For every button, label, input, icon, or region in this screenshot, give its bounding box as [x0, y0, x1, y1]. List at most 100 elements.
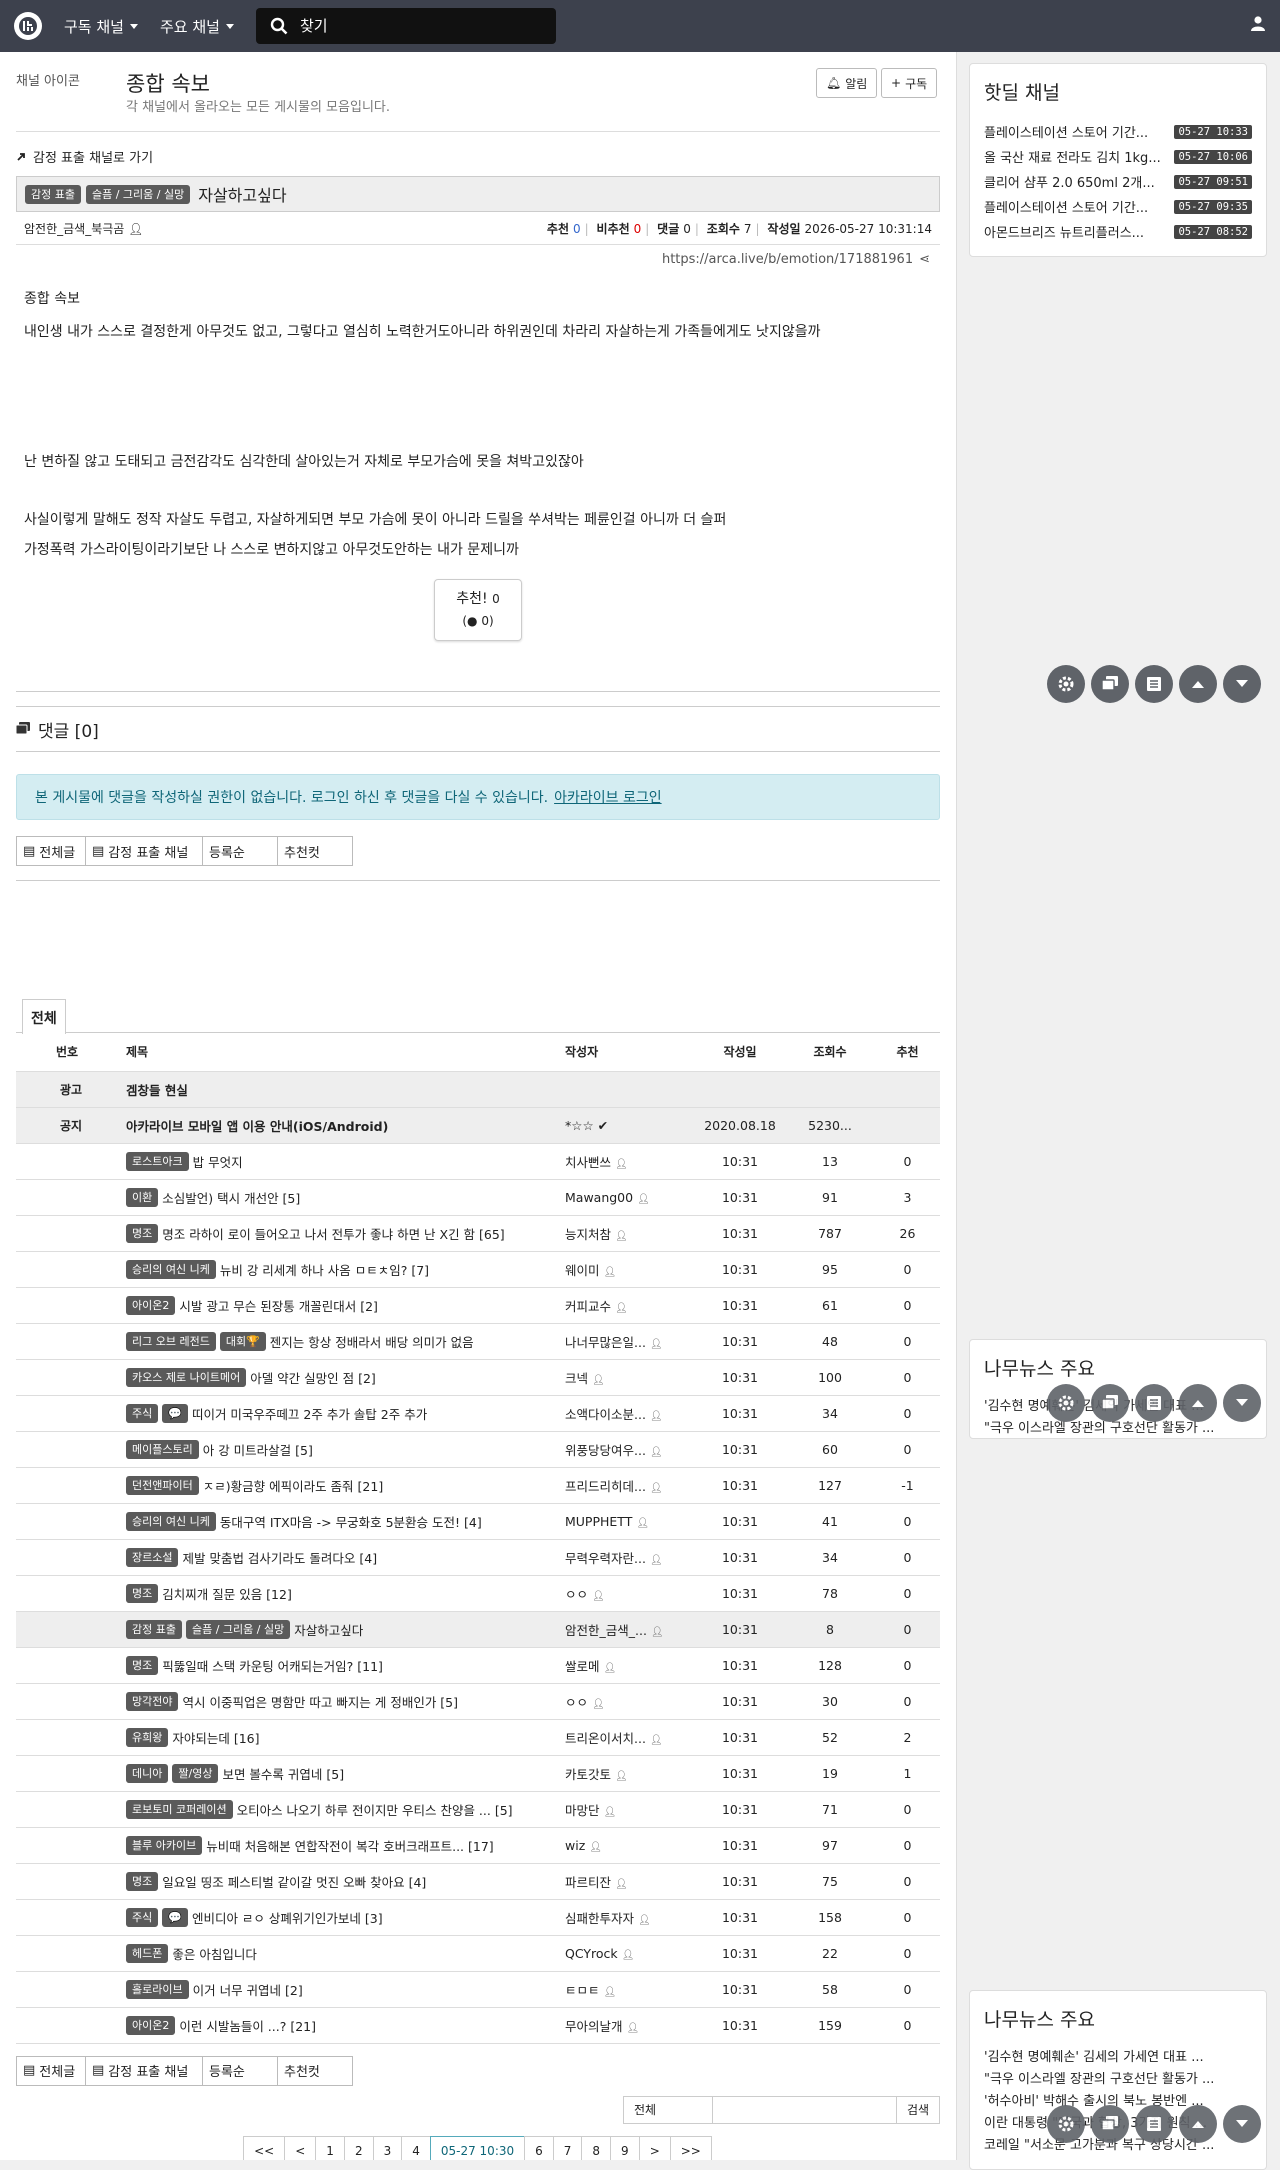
row-title-cell[interactable]: 명조 일요일 띵조 페스티벌 같이갈 멋진 오빠 찾아요 [4]	[126, 1863, 565, 1900]
row-badge[interactable]: 아이온2	[126, 2015, 176, 2035]
table-row[interactable]: 명조 명조 라하이 로이 들어오고 나서 전투가 좋냐 하면 난 X긴 함 [65…	[16, 1215, 940, 1252]
row-author[interactable]: 심패한투자자 👤︎	[565, 1899, 695, 1936]
table-row[interactable]: 명조 픽뚫일때 스택 카운팅 어캐되는거임? [11] 쌀로메 👤︎ 10:31 128 0	[16, 1647, 940, 1684]
page-button[interactable]: >	[638, 2135, 671, 2160]
row-title-cell[interactable]: 주식 💬 엔비디아 ㄹㅇ 상폐위기인가보네 [3]	[126, 1899, 565, 1936]
search-icon[interactable]	[270, 17, 288, 35]
row-badge[interactable]: 로스트아크	[126, 1151, 189, 1171]
table-row[interactable]: 아이온2 시발 광고 무슨 된장통 개꼴린대서 [2] 커피교수 👤︎ 10:31 61 0	[16, 1287, 940, 1324]
table-row[interactable]: 이환 소심발언) 택시 개선안 [5] Mawang00 👤︎ 10:31 91 3	[16, 1179, 940, 1216]
row-title-cell[interactable]: 리그 오브 레전드 대회🏆 젠지는 항상 정배라서 배당 의미가 없음	[126, 1323, 565, 1360]
row-badge[interactable]: 대회🏆	[219, 1331, 266, 1351]
category-badge[interactable]: 감정 표출	[25, 184, 81, 204]
row-author[interactable]: 프리드리히데... 👤︎	[565, 1467, 695, 1504]
row-author[interactable]: 웨이미 👤︎	[565, 1251, 695, 1288]
row-author[interactable]: 파르티잔 👤︎	[565, 1863, 695, 1900]
row-title-cell[interactable]: 메이플스토리 아 강 미트라살걸 [5]	[126, 1431, 565, 1468]
row-badge[interactable]: 주식	[126, 1907, 159, 1927]
table-row[interactable]: 카오스 제로 나이트메어 아델 약간 실망인 점 [2] 크넥 👤︎ 10:31 100 0	[16, 1359, 940, 1396]
row-author[interactable]: ㅇㅇ 👤︎	[565, 1575, 695, 1612]
row-badge[interactable]: 로보토미 코퍼레이션	[126, 1799, 233, 1819]
row-author[interactable]: ㅇㅇ 👤︎	[565, 1683, 695, 1720]
comments-jump-button[interactable]	[1091, 665, 1129, 703]
page-button[interactable]: 05-27 10:30	[429, 2135, 526, 2160]
row-badge[interactable]: 승리의 여신 니케	[126, 1259, 216, 1279]
row-author[interactable]: 무력우력자란... 👤︎	[565, 1539, 695, 1576]
tab-all[interactable]: 전체	[22, 999, 66, 1034]
row-author[interactable]: 크넥 👤︎	[565, 1359, 695, 1396]
row-badge[interactable]: 데니아	[126, 1763, 169, 1783]
table-row[interactable]: 명조 김치찌개 질문 있음 [12] ㅇㅇ 👤︎ 10:31 78 0	[16, 1575, 940, 1612]
row-title-cell[interactable]: 명조 픽뚫일때 스택 카운팅 어캐되는거임? [11]	[126, 1647, 565, 1684]
page-button[interactable]: 3	[372, 2135, 403, 2160]
row-badge[interactable]: 짤/영상	[172, 1763, 219, 1783]
row-title-cell[interactable]: 이환 소심발언) 택시 개선안 [5]	[126, 1179, 565, 1216]
row-author[interactable]: 커피교수 👤︎	[565, 1287, 695, 1324]
site-logo[interactable]	[14, 12, 42, 40]
article-author[interactable]: 암전한_금색_북극곰 👤︎	[24, 220, 143, 237]
table-row[interactable]: 승리의 여신 니케 뉴비 강 리세계 하나 사옴 ㅁㅌㅊ임? [7] 웨이미 👤︎ 10…	[16, 1251, 940, 1288]
row-author[interactable]: wiz 👤︎	[565, 1827, 695, 1864]
page-button[interactable]: 9	[610, 2135, 640, 2160]
table-row[interactable]: 망각전야 역시 이중픽업은 명함만 따고 빠지는 게 정배인가 [5] ㅇㅇ 👤︎ 10…	[16, 1683, 940, 1720]
row-title-cell[interactable]: 블루 아카이브 뉴비때 처음해본 연합작전이 복각 호버크래프트... [17]	[126, 1827, 565, 1864]
comments-jump-button[interactable]	[1091, 2105, 1129, 2143]
page-button[interactable]: 8	[581, 2135, 612, 2160]
tab-channel[interactable]: ▤ 감정 표출 채널	[85, 2055, 203, 2086]
hotdeal-item[interactable]: 아몬드브리즈 뉴트리플러스... 05-27 08:52	[984, 219, 1252, 244]
hotdeal-item[interactable]: 플레이스테이션 스토어 기간... 05-27 09:35	[984, 194, 1252, 219]
row-title-cell[interactable]: 던전앤파이터 ㅈㄹ)황금향 에픽이라도 좀줘 [21]	[126, 1467, 565, 1504]
row-title-cell[interactable]: 헤드폰 좋은 아침입니다	[126, 1935, 565, 1972]
channel-title[interactable]: 종합 속보	[126, 68, 210, 98]
goto-channel-link[interactable]: 감정 표출 채널로 가기	[16, 146, 940, 166]
table-row[interactable]: 데니아 짤/영상 보면 볼수록 귀엽네 [5] 카토갓토 👤︎ 10:31 19 1	[16, 1755, 940, 1792]
row-badge[interactable]: 주식	[126, 1403, 159, 1423]
scroll-bottom-button[interactable]	[1223, 665, 1261, 703]
row-author[interactable]: MUPPHETT 👤︎	[565, 1503, 695, 1540]
row-badge[interactable]: 이환	[126, 1187, 159, 1207]
row-title-cell[interactable]: 데니아 짤/영상 보면 볼수록 귀엽네 [5]	[126, 1755, 565, 1792]
tab-all-posts[interactable]: ▤ 전체글	[16, 2055, 86, 2086]
list-jump-button[interactable]	[1135, 2105, 1173, 2143]
page-button[interactable]: <<	[243, 2135, 286, 2160]
hotdeal-title[interactable]: 핫딜 채널	[984, 78, 1252, 105]
row-title-cell[interactable]: 감정 표출 슬픔 / 그리움 / 실망 자살하고싶다	[126, 1611, 565, 1648]
news-title[interactable]: 나무뉴스 주요	[984, 2005, 1252, 2032]
row-badge[interactable]: 명조	[126, 1871, 159, 1891]
row-title-cell[interactable]: 주식 💬 띠이거 미국우주떼끄 2주 추가 솔탑 2주 추가	[126, 1395, 565, 1432]
row-title-cell[interactable]: 승리의 여신 니케 동대구역 ITX마음 -> 무궁화호 5분환승 도전! [4]	[126, 1503, 565, 1540]
row-badge[interactable]: 💬	[162, 1403, 188, 1423]
news-item[interactable]: '김수현 명예훼손' 김세의 가세연 대표 ...	[984, 2046, 1252, 2068]
scroll-top-button[interactable]	[1179, 1384, 1217, 1422]
table-row[interactable]: 유희왕 자야되는데 [16] 트리온이서치... 👤︎ 10:31 52 2	[16, 1719, 940, 1756]
page-button[interactable]: 2	[343, 2135, 374, 2160]
list-search-button[interactable]: 검색	[896, 2095, 940, 2124]
comments-jump-button[interactable]	[1091, 1384, 1129, 1422]
page-button[interactable]: >>	[669, 2135, 712, 2160]
table-row[interactable]: 로보토미 코퍼레이션 오티아스 나오기 하루 전이지만 우티스 찬양을 ... […	[16, 1791, 940, 1828]
table-row[interactable]: 승리의 여신 니케 동대구역 ITX마음 -> 무궁화호 5분환승 도전! [4]…	[16, 1503, 940, 1540]
row-badge[interactable]: 아이온2	[126, 1295, 176, 1315]
row-author[interactable]: 치사뻔쓰 👤︎	[565, 1143, 695, 1180]
row-author[interactable]: QCYrock 👤︎	[565, 1935, 695, 1972]
search-scope-select[interactable]: 전체	[623, 2095, 713, 2124]
row-title-cell[interactable]: 장르소설 제발 맞춤법 검사기라도 돌려다오 [4]	[126, 1539, 565, 1576]
row-badge[interactable]: 슬픔 / 그리움 / 실망	[185, 1619, 291, 1639]
row-author[interactable]: 소액다이소분... 👤︎	[565, 1395, 695, 1432]
row-title-cell[interactable]: 승리의 여신 니케 뉴비 강 리세계 하나 사옴 ㅁㅌㅊ임? [7]	[126, 1251, 565, 1288]
row-badge[interactable]: 던전앤파이터	[126, 1475, 199, 1495]
row-badge[interactable]: 망각전야	[126, 1691, 179, 1711]
hotdeal-item[interactable]: 올 국산 재료 전라도 김치 1kg... 05-27 10:06	[984, 144, 1252, 169]
row-badge[interactable]: 명조	[126, 1583, 159, 1603]
row-badge[interactable]: 홀로라이브	[126, 1979, 189, 1999]
row-author[interactable]: 무아의날개 👤︎	[565, 2007, 695, 2044]
row-title-cell[interactable]: 로보토미 코퍼레이션 오티아스 나오기 하루 전이지만 우티스 찬양을 ... […	[126, 1791, 565, 1828]
page-button[interactable]: 1	[315, 2135, 345, 2160]
page-button[interactable]: 7	[552, 2135, 583, 2160]
scroll-top-button[interactable]	[1179, 665, 1217, 703]
table-row[interactable]: 블루 아카이브 뉴비때 처음해본 연합작전이 복각 호버크래프트... [17] w…	[16, 1827, 940, 1864]
table-row[interactable]: 명조 일요일 띵조 페스티벌 같이갈 멋진 오빠 찾아요 [4] 파르티잔 👤︎ 10:…	[16, 1863, 940, 1900]
row-author[interactable]: 카토갓토 👤︎	[565, 1755, 695, 1792]
table-row[interactable]: 리그 오브 레전드 대회🏆 젠지는 항상 정배라서 배당 의미가 없음 나너무많은일.…	[16, 1323, 940, 1360]
main-channels-menu[interactable]: 주요 채널	[160, 16, 234, 37]
